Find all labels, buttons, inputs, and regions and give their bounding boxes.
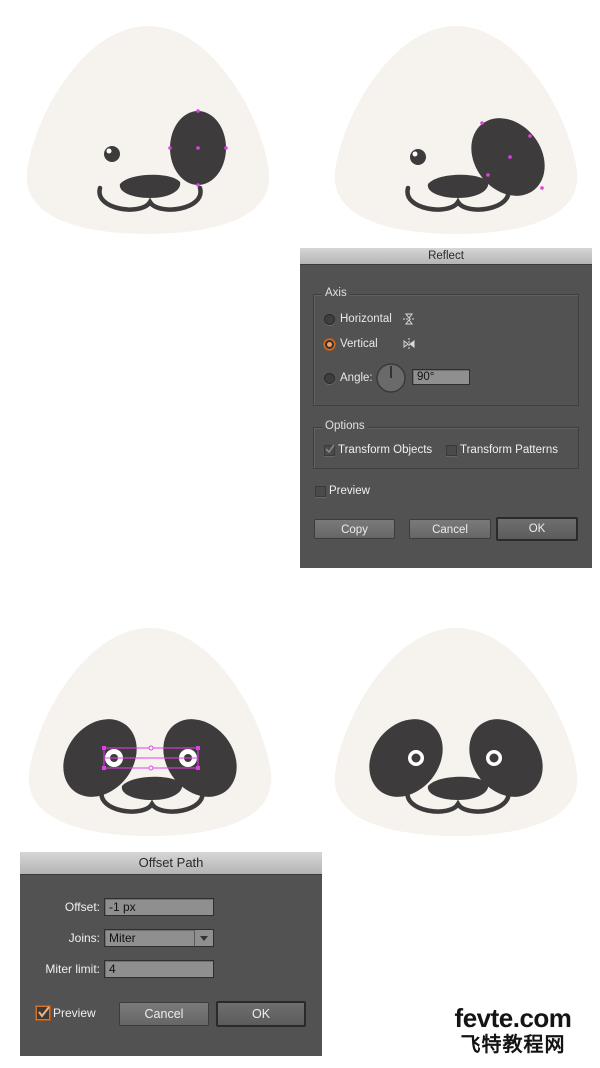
offset-path-dialog-title: Offset Path (20, 852, 322, 875)
transform-patterns-checkbox[interactable] (446, 445, 457, 456)
preview-checkbox[interactable] (315, 486, 326, 497)
offset-label: Offset: (64, 900, 100, 914)
axis-group-label: Axis (322, 287, 350, 299)
vertical-axis-icon (403, 338, 415, 350)
horizontal-radio[interactable] (324, 313, 335, 325)
vertical-radio[interactable] (324, 338, 335, 350)
offset-input[interactable]: -1 px (104, 898, 214, 916)
horizontal-axis-icon (403, 313, 415, 325)
panda-face-step-1 (26, 26, 270, 234)
joins-select[interactable]: Miter (104, 929, 214, 947)
watermark-domain: fevte.com (454, 1003, 572, 1033)
panda-eye-left (104, 146, 120, 162)
angle-radio[interactable] (324, 372, 335, 384)
panda-eye-left-glint (412, 151, 418, 157)
transform-objects-label: Transform Objects (338, 444, 433, 456)
miter-limit-label: Miter limit: (45, 962, 100, 976)
ok-button[interactable]: OK (496, 517, 578, 541)
vertical-radio-option[interactable]: Vertical (324, 336, 378, 352)
joins-select-value: Miter (109, 931, 136, 945)
watermark-logo: fevte.com 飞特教程网 (438, 1004, 588, 1056)
checkmark-icon (38, 1006, 50, 1018)
angle-label: Angle: (340, 372, 373, 384)
ok-button[interactable]: OK (216, 1001, 306, 1027)
watermark-site-name: 飞特教程网 (460, 1032, 566, 1056)
reflect-dialog: Reflect Axis Horizontal Vertical Angle: … (300, 248, 592, 568)
preview-label: Preview (329, 485, 370, 497)
miter-limit-input[interactable]: 4 (104, 960, 214, 978)
panda-face-step-2 (334, 26, 578, 234)
panda-face-step-3 (28, 628, 272, 836)
preview-label: Preview (53, 1006, 96, 1020)
preview-checkbox[interactable] (36, 1006, 50, 1020)
angle-radio-option[interactable]: Angle: (324, 370, 373, 386)
chevron-down-icon[interactable] (194, 930, 213, 946)
panda-eye-left (410, 149, 426, 165)
joins-label: Joins: (68, 931, 100, 945)
horizontal-radio-option[interactable]: Horizontal (324, 311, 392, 327)
transform-objects-checkbox[interactable] (324, 444, 335, 456)
panda-eye-left-glint (106, 148, 112, 154)
options-group-label: Options (322, 420, 368, 432)
angle-dial[interactable] (375, 362, 407, 394)
copy-button[interactable]: Copy (314, 519, 395, 539)
angle-input[interactable]: 90° (412, 369, 470, 385)
reflect-dialog-title: Reflect (300, 248, 592, 265)
vertical-label: Vertical (340, 338, 378, 350)
eye-pupil-left (411, 753, 421, 763)
cancel-button[interactable]: Cancel (409, 519, 491, 539)
panda-face-step-4 (334, 628, 578, 836)
eye-pupil-right (489, 753, 499, 763)
cancel-button[interactable]: Cancel (119, 1002, 209, 1026)
transform-patterns-label: Transform Patterns (460, 444, 558, 456)
offset-path-dialog: Offset Path Offset: -1 px Joins: Miter M… (20, 852, 322, 1056)
horizontal-label: Horizontal (340, 313, 392, 325)
